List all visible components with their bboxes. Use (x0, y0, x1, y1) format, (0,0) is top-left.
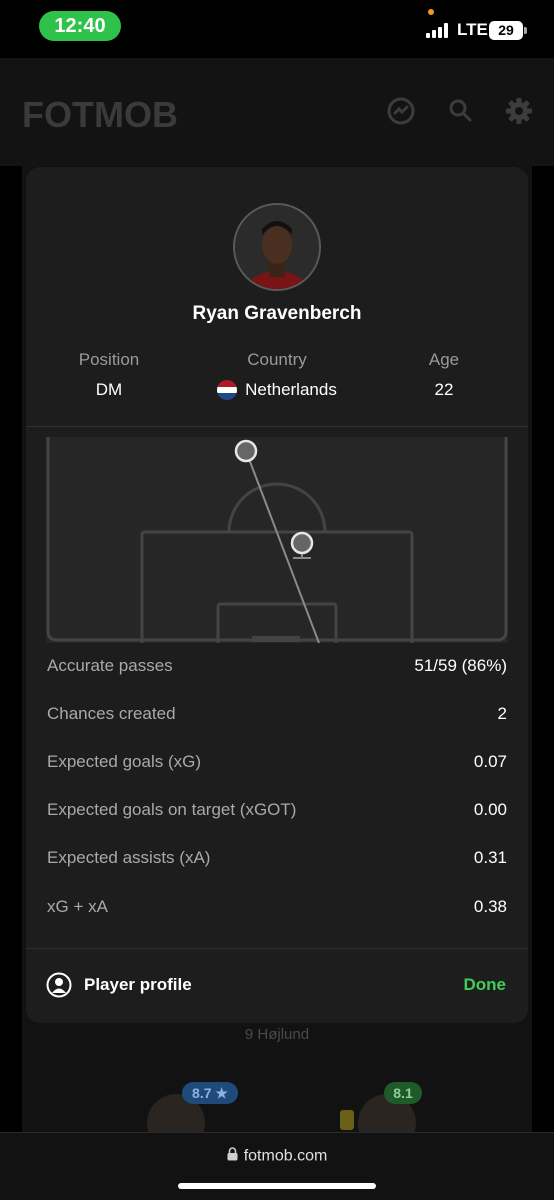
home-indicator[interactable] (178, 1183, 376, 1189)
player-avatar (233, 203, 321, 291)
done-button[interactable]: Done (464, 975, 507, 995)
gear-icon[interactable] (504, 96, 534, 126)
stat-row-chances-created: Chances created 2 (47, 699, 507, 729)
netherlands-flag-icon (217, 380, 238, 400)
stat-label: xG + xA (47, 897, 108, 916)
info-position: Position DM (64, 350, 154, 400)
battery-tip (524, 27, 527, 34)
stat-value: 0.38 (473, 897, 507, 916)
stat-row-xa: Expected assists (xA) 0.31 (47, 843, 507, 873)
stat-row-xgot: Expected goals on target (xGOT) 0.00 (47, 795, 507, 825)
divider (26, 426, 528, 427)
stat-label: Expected goals (xG) (47, 752, 202, 771)
fotmob-logo[interactable]: FOTMOB (22, 94, 178, 136)
info-country: Country Netherlands (197, 350, 357, 400)
transfer-icon[interactable] (386, 96, 416, 126)
divider (26, 948, 528, 949)
info-value: DM (95, 380, 123, 399)
substitute-label: 9 Højlund (244, 1026, 310, 1043)
signal-icon (426, 22, 452, 38)
rating-badge: 8.1 (384, 1082, 422, 1104)
stat-value: 0.07 (473, 752, 507, 771)
info-label: Age (428, 350, 460, 369)
lock-icon (227, 1147, 238, 1166)
status-time[interactable]: 12:40 (39, 11, 121, 41)
rating-badge: 8.7 ★ (182, 1082, 238, 1104)
info-value: 22 (434, 380, 454, 399)
player-profile-label[interactable]: Player profile (84, 975, 192, 995)
info-label: Position (78, 350, 140, 369)
yellow-card-icon (340, 1110, 354, 1130)
network-label: LTE (457, 20, 488, 39)
status-bar: 12:40 LTE 29 (0, 0, 554, 58)
pass-map-pitch (46, 437, 508, 643)
player-profile-link[interactable]: Player profile (46, 972, 192, 998)
stat-label: Expected goals on target (xGOT) (47, 800, 297, 819)
player-stats-card: Ryan Gravenberch Position DM Country Net… (26, 167, 528, 1023)
stat-row-accurate-passes: Accurate passes 51/59 (86%) (47, 651, 507, 681)
info-label: Country (247, 350, 307, 369)
user-icon (46, 972, 72, 998)
browser-bar: fotmob.com (0, 1132, 554, 1200)
stat-row-xg-plus-xa: xG + xA 0.38 (47, 892, 507, 922)
search-icon[interactable] (446, 96, 476, 126)
stat-value: 2 (497, 704, 507, 723)
url-text: fotmob.com (243, 1147, 328, 1165)
stat-label: Expected assists (xA) (47, 848, 211, 867)
player-name: Ryan Gravenberch (192, 303, 362, 324)
stat-label: Chances created (47, 704, 176, 723)
url-bar[interactable]: fotmob.com (0, 1147, 554, 1166)
privacy-indicator-icon (428, 9, 434, 15)
info-age: Age 22 (404, 350, 484, 400)
stat-row-xg: Expected goals (xG) 0.07 (47, 747, 507, 777)
battery-icon: 29 (489, 21, 523, 40)
stat-value: 0.31 (473, 848, 507, 867)
info-value: Netherlands (245, 380, 337, 399)
stat-value: 51/59 (86%) (414, 656, 507, 675)
stat-value: 0.00 (473, 800, 507, 819)
stat-label: Accurate passes (47, 656, 173, 675)
